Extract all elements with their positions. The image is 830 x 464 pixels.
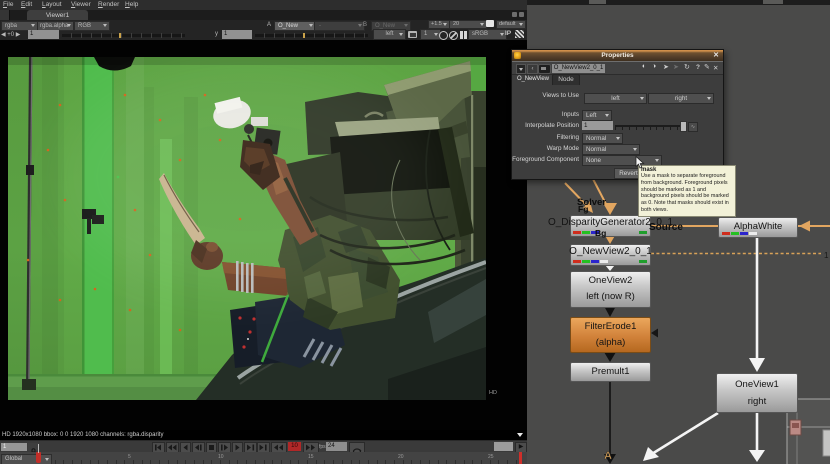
svg-text:1: 1	[824, 251, 829, 260]
svg-text:A: A	[604, 450, 612, 462]
